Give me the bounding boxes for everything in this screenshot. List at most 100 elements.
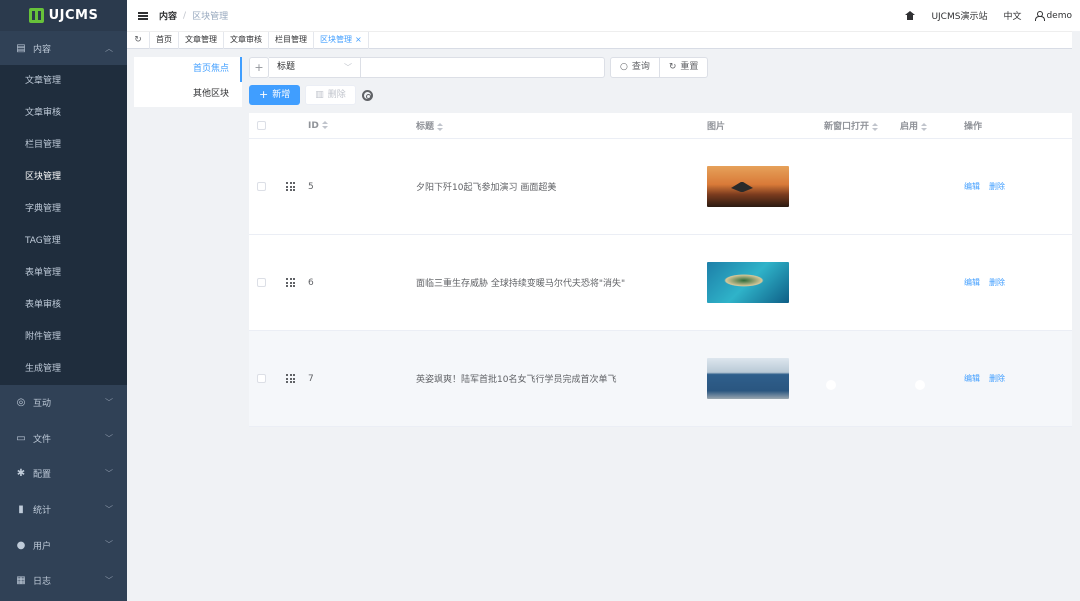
tab-article-manage[interactable]: 文章管理 [178, 31, 223, 49]
column-header-title[interactable]: 标题 [416, 119, 707, 132]
logo[interactable]: UJCMS [0, 0, 127, 31]
chevron-down-icon: ﹀ [105, 469, 113, 479]
chevron-down-icon: ﹀ [344, 63, 352, 72]
table-row: 5 夕阳下歼10起飞参加演习 画面超美 编辑 删除 [249, 139, 1072, 235]
sidebar-item-tag-manage[interactable]: TAG管理 [0, 225, 127, 257]
sort-icon[interactable] [921, 122, 928, 131]
sort-icon[interactable] [437, 122, 444, 131]
row-ops: 编辑 删除 [964, 277, 1072, 288]
sidebar-group-label: 统计 [33, 506, 52, 517]
sort-icon[interactable] [321, 121, 328, 129]
sidebar-item-form-review[interactable]: 表单审核 [0, 289, 127, 321]
delete-link[interactable]: 删除 [989, 278, 1005, 287]
search-field-select[interactable]: 标题 ﹀ [269, 57, 361, 78]
search-input[interactable] [361, 57, 605, 78]
folder-icon: ▭ [16, 432, 26, 444]
reset-label: 重置 [680, 62, 699, 72]
row-thumbnail[interactable] [707, 166, 789, 207]
sidebar-group-interaction[interactable]: ◎ 互动 ﹀ [0, 385, 127, 421]
breadcrumb-parent[interactable]: 内容 [159, 9, 177, 22]
reset-button[interactable]: ↻ 重置 [659, 57, 709, 78]
sidebar-group-label: 文件 [33, 434, 52, 445]
sidebar-item-dict-manage[interactable]: 字典管理 [0, 193, 127, 225]
sidebar-item-generate-manage[interactable]: 生成管理 [0, 353, 127, 385]
bar-chart-icon: ▮ [18, 504, 24, 516]
vertical-scrollbar[interactable] [1072, 31, 1080, 601]
log-icon: ▦ [16, 575, 26, 587]
hamburger-icon[interactable] [138, 11, 148, 20]
drag-cell [273, 374, 308, 383]
tab-article-review[interactable]: 文章审核 [223, 31, 268, 49]
gear-icon: ✱ [16, 468, 26, 480]
row-id: 6 [308, 277, 314, 288]
edit-link[interactable]: 编辑 [964, 278, 980, 287]
user-icon [1035, 11, 1046, 21]
trash-icon: ▥ [315, 90, 324, 100]
tab-channel-manage[interactable]: 栏目管理 [268, 31, 313, 49]
row-select-cell [249, 182, 273, 191]
column-header-label: 新窗口打开 [824, 122, 870, 132]
column-header-new-window[interactable]: 新窗口打开 [824, 119, 900, 132]
row-select-cell [249, 278, 273, 287]
row-image-cell [707, 358, 824, 399]
drag-handle-icon[interactable] [286, 182, 295, 191]
sidebar-item-form-manage[interactable]: 表单管理 [0, 257, 127, 289]
block-category-home-focus[interactable]: 首页焦点 [134, 57, 242, 82]
row-checkbox[interactable] [256, 182, 266, 191]
delete-button[interactable]: ▥ 删除 [305, 85, 356, 105]
table-header: ID 标题 图片 新窗口打开 启用 操作 [249, 113, 1072, 139]
close-icon[interactable]: × [355, 35, 362, 44]
action-toolbar: + 新增 ▥ 删除 [249, 85, 373, 105]
row-thumbnail[interactable] [707, 262, 789, 303]
sidebar-group-content[interactable]: ▤ 内容 ︿ [0, 31, 127, 65]
query-button[interactable]: ○ 查询 [610, 57, 660, 78]
row-thumbnail[interactable] [707, 358, 789, 399]
home-icon[interactable] [905, 11, 916, 20]
sidebar-group-label: 内容 [33, 44, 52, 55]
sidebar-group-logs[interactable]: ▦ 日志 ﹀ [0, 563, 127, 599]
sidebar-group-config[interactable]: ✱ 配置 ﹀ [0, 456, 127, 492]
sidebar-group-stats[interactable]: ▮ 统计 ﹀ [0, 492, 127, 528]
sidebar-group-users[interactable]: ● 用户 ﹀ [0, 527, 127, 563]
drag-handle-icon[interactable] [286, 374, 295, 383]
row-checkbox[interactable] [256, 374, 266, 383]
block-category-other[interactable]: 其他区块 [134, 82, 242, 107]
top-header: 内容 / 区块管理 UJCMS演示站 中文 demo [127, 0, 1080, 31]
sidebar-item-block-manage[interactable]: 区块管理 [0, 161, 127, 193]
delete-link[interactable]: 删除 [989, 182, 1005, 191]
add-button[interactable]: + 新增 [249, 85, 301, 105]
language-switcher[interactable]: 中文 [1003, 9, 1021, 22]
delete-link[interactable]: 删除 [989, 374, 1005, 383]
breadcrumb-current: 区块管理 [192, 12, 229, 22]
select-all-checkbox[interactable] [256, 121, 266, 130]
sidebar-item-attachment-manage[interactable]: 附件管理 [0, 321, 127, 353]
row-select-cell [249, 374, 273, 383]
add-condition-button[interactable]: + [249, 57, 269, 78]
edit-link[interactable]: 编辑 [964, 374, 980, 383]
username[interactable]: demo [1046, 11, 1072, 21]
sort-icon[interactable] [872, 122, 879, 131]
sidebar-item-channel-manage[interactable]: 栏目管理 [0, 129, 127, 161]
row-image-cell [707, 166, 824, 207]
breadcrumb-separator: / [183, 10, 187, 21]
edit-link[interactable]: 编辑 [964, 182, 980, 191]
column-header-enabled[interactable]: 启用 [900, 119, 964, 132]
column-header-image: 图片 [707, 122, 726, 132]
sidebar-item-article-manage[interactable]: 文章管理 [0, 65, 127, 97]
sidebar-item-article-review[interactable]: 文章审核 [0, 97, 127, 129]
row-ops: 编辑 删除 [964, 181, 1072, 192]
tab-block-manage[interactable]: 区块管理 × [313, 31, 368, 49]
chevron-down-icon: ﹀ [105, 540, 113, 550]
tab-home[interactable]: 首页 [149, 31, 178, 49]
sidebar-group-files[interactable]: ▭ 文件 ﹀ [0, 421, 127, 457]
refresh-icon[interactable]: ↻ [127, 35, 149, 45]
gear-icon[interactable] [361, 89, 373, 101]
site-switcher[interactable]: UJCMS演示站 [931, 9, 987, 22]
refresh-icon: ↻ [668, 62, 677, 72]
row-checkbox[interactable] [256, 278, 266, 287]
add-label: 新增 [272, 90, 291, 100]
drag-handle-icon[interactable] [286, 278, 295, 287]
column-header-id[interactable]: ID [308, 121, 416, 131]
column-header-label: 启用 [900, 122, 919, 132]
logo-text: UJCMS [48, 8, 99, 23]
